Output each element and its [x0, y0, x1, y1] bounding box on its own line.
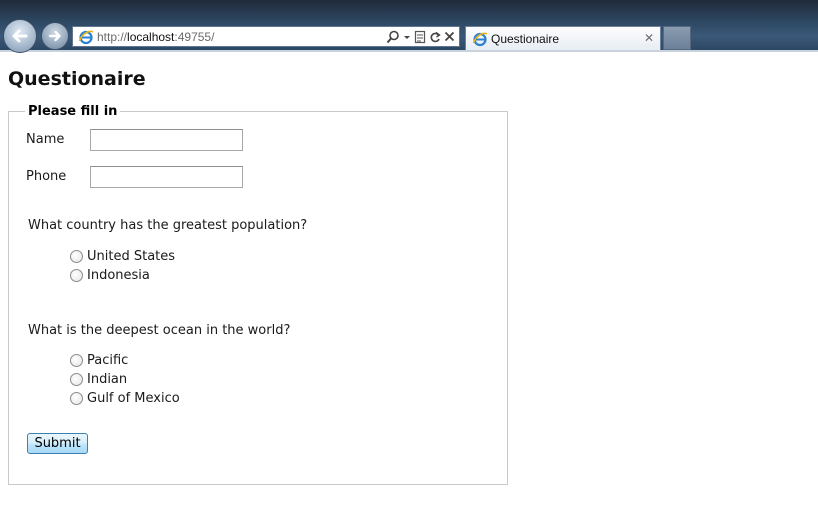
browser-tab-active[interactable]: Questionaire ✕ [465, 26, 661, 50]
option-indonesia[interactable]: Indonesia [70, 268, 150, 283]
url-text: http://localhost:49755/ [97, 30, 215, 44]
radio-button[interactable] [70, 373, 83, 386]
submit-button[interactable]: Submit [27, 433, 88, 454]
phone-input[interactable] [90, 166, 243, 188]
refresh-icon[interactable] [429, 30, 441, 44]
address-bar-tools [386, 29, 455, 45]
back-button[interactable] [3, 19, 37, 53]
question-population: What country has the greatest population… [28, 218, 308, 233]
option-label: Gulf of Mexico [87, 391, 180, 406]
ie-tab-icon [472, 32, 488, 47]
question-ocean: What is the deepest ocean in the world? [28, 323, 291, 338]
new-tab-button[interactable] [663, 26, 691, 50]
ie-page-icon [78, 30, 94, 45]
questionnaire-fieldset: Please fill in [8, 104, 508, 485]
option-label: Pacific [87, 353, 129, 368]
radio-button[interactable] [70, 354, 83, 367]
option-gulf-of-mexico[interactable]: Gulf of Mexico [70, 391, 180, 406]
address-bar[interactable]: http://localhost:49755/ [72, 26, 460, 47]
page-title: Questionaire [8, 68, 146, 90]
forward-button[interactable] [41, 22, 69, 50]
toolbar-divider [0, 50, 818, 52]
name-label: Name [26, 132, 65, 147]
option-label: Indonesia [87, 268, 150, 283]
option-united-states[interactable]: United States [70, 249, 175, 264]
phone-label: Phone [26, 169, 67, 184]
dropdown-icon[interactable] [403, 30, 411, 44]
option-pacific[interactable]: Pacific [70, 353, 128, 368]
fieldset-legend: Please fill in [28, 104, 118, 119]
close-tab-icon[interactable]: ✕ [644, 31, 654, 45]
radio-button[interactable] [70, 392, 83, 405]
option-label: United States [87, 249, 176, 264]
tab-title: Questionaire [491, 32, 560, 46]
back-arrow-icon [12, 29, 28, 43]
search-icon[interactable] [386, 30, 400, 44]
option-indian[interactable]: Indian [70, 372, 127, 387]
compatibility-view-icon[interactable] [414, 30, 426, 44]
stop-icon[interactable] [444, 30, 455, 44]
radio-button[interactable] [70, 250, 83, 263]
name-input[interactable] [90, 129, 243, 151]
option-label: Indian [87, 372, 128, 387]
radio-button[interactable] [70, 269, 83, 282]
forward-arrow-icon [48, 30, 61, 42]
